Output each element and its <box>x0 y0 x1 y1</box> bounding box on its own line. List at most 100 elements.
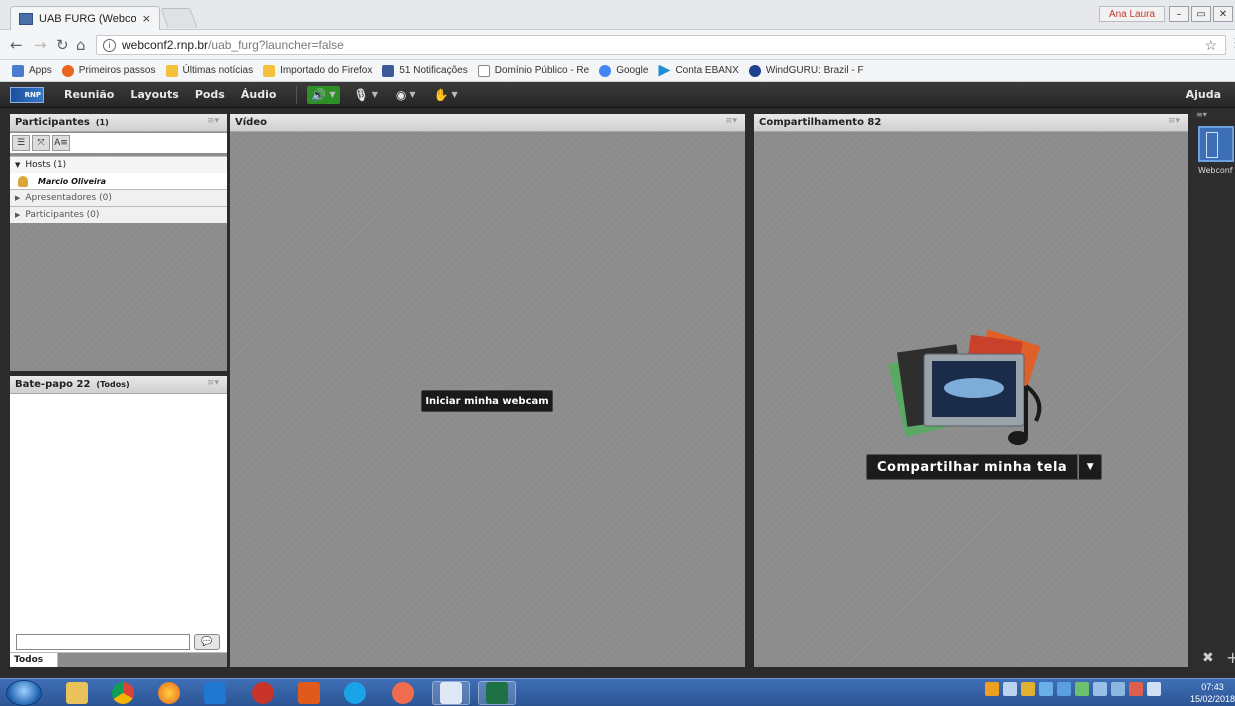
pod-menu-icon[interactable]: ≡▾ <box>207 378 219 388</box>
send-message-icon[interactable]: 💬 <box>194 634 220 650</box>
app-icon <box>252 682 274 704</box>
taskbar-outlook[interactable] <box>196 681 234 705</box>
minimize-icon[interactable]: – <box>1169 6 1189 22</box>
pod-title: Participantes <box>15 117 90 128</box>
bookmark-item[interactable]: 51 Notificações <box>382 64 468 77</box>
tray-icon[interactable] <box>985 682 999 696</box>
pod-menu-icon[interactable]: ≡▾ <box>1168 116 1180 126</box>
back-icon[interactable]: ← <box>10 36 23 54</box>
tray-icon[interactable] <box>1093 682 1107 696</box>
taskbar-explorer[interactable] <box>58 681 96 705</box>
chevron-down-icon[interactable]: ▼ <box>329 90 335 99</box>
taskbar-firefox[interactable] <box>150 681 188 705</box>
maximize-icon[interactable]: ▭ <box>1191 6 1211 22</box>
browser-menu-icon[interactable]: ⋮ <box>1229 36 1235 51</box>
group-participants[interactable]: ▶ Participantes (0) <box>10 206 227 223</box>
webcam-toggle[interactable]: ◉ ▼ <box>392 86 420 104</box>
bookmark-item[interactable]: Google <box>599 64 648 77</box>
profile-button[interactable]: Ana Laura <box>1099 6 1165 22</box>
chat-scope: (Todos) <box>96 380 130 389</box>
chevron-down-icon[interactable]: ▼ <box>372 90 378 99</box>
tab-close-icon[interactable]: × <box>142 12 151 25</box>
taskbar-chrome[interactable] <box>104 681 142 705</box>
group-hosts[interactable]: ▼ Hosts (1) <box>10 156 227 173</box>
forward-icon[interactable]: → <box>34 36 47 54</box>
tab-title: UAB FURG (Webconf) <box>39 12 136 25</box>
share-pod: Compartilhamento 82 ≡▾ PDF Compartilhar … <box>754 114 1188 667</box>
share-screen-button[interactable]: Compartilhar minha tela ▼ <box>866 454 1103 480</box>
share-content-icon: PDF <box>887 329 1042 445</box>
browser-titlebar: UAB FURG (Webconf) × Ana Laura – ▭ ✕ <box>0 0 1235 30</box>
list-view-icon[interactable]: ☰ <box>12 135 30 151</box>
taskbar-skype[interactable] <box>336 681 374 705</box>
tray-icon[interactable] <box>1003 682 1017 696</box>
close-icon[interactable]: ✖ <box>1202 650 1214 666</box>
pod-title: Vídeo <box>235 117 267 128</box>
add-icon[interactable]: + <box>1226 648 1235 667</box>
system-clock[interactable]: 07:43 15/02/2018 <box>1190 681 1235 705</box>
taskbar-acrobat[interactable] <box>290 681 328 705</box>
chevron-down-icon[interactable]: ▼ <box>452 90 458 99</box>
tray-icon[interactable] <box>1057 682 1071 696</box>
bookmark-item[interactable]: Apps <box>12 64 52 77</box>
bookmark-item[interactable]: WindGURU: Brazil - F <box>748 64 864 77</box>
start-webcam-button[interactable]: Iniciar minha webcam <box>421 390 553 412</box>
pod-title: Bate-papo 22 <box>15 379 91 390</box>
chevron-down-icon[interactable]: ▼ <box>1078 454 1103 480</box>
chat-tab-all[interactable]: Todos <box>10 652 58 667</box>
taskbar-word[interactable] <box>432 681 470 705</box>
participants-list: ▼ Hosts (1) Marcio Oliveira ▶ Apresentador… <box>10 156 227 223</box>
help-menu[interactable]: Ajuda <box>1186 88 1221 101</box>
tray-icon[interactable] <box>1039 682 1053 696</box>
chat-input[interactable] <box>16 634 190 650</box>
taskbar-app[interactable] <box>244 681 282 705</box>
layouts-strip: ≡▾ Webconf ✖ + <box>1190 108 1235 678</box>
site-info-icon[interactable]: i <box>103 38 116 52</box>
network-icon[interactable] <box>1129 682 1143 696</box>
strip-menu-icon[interactable]: ≡▾ <box>1196 110 1207 119</box>
speaker-toggle[interactable]: 🔊 ▼ <box>307 85 340 104</box>
taskbar-app[interactable] <box>384 681 422 705</box>
browser-toolbar: ← → ↻ ⌂ i webconf2.rnp.br /uab_furg?laun… <box>0 30 1235 60</box>
participant-row[interactable]: Marcio Oliveira <box>10 173 227 189</box>
browser-tab[interactable]: UAB FURG (Webconf) × <box>10 6 160 30</box>
pod-menu-icon[interactable]: ≡▾ <box>725 116 737 126</box>
chevron-down-icon[interactable]: ▼ <box>409 90 415 99</box>
menu-layouts[interactable]: Layouts <box>130 88 178 101</box>
volume-icon[interactable] <box>1147 682 1161 696</box>
new-tab-button[interactable] <box>160 8 198 28</box>
microphone-toggle[interactable]: 🎙 ▼ <box>350 86 382 104</box>
grid-view-icon[interactable]: ⤧ <box>32 135 50 151</box>
tray-icon[interactable] <box>1021 682 1035 696</box>
layout-thumbnail[interactable] <box>1198 126 1234 162</box>
webconf-favicon-icon <box>19 12 33 25</box>
tray-icon[interactable] <box>1111 682 1125 696</box>
group-presenters[interactable]: ▶ Apresentadores (0) <box>10 189 227 206</box>
tray-icon[interactable] <box>1075 682 1089 696</box>
menu-pods[interactable]: Pods <box>195 88 225 101</box>
taskbar-excel[interactable] <box>478 681 516 705</box>
url-domain: webconf2.rnp.br <box>122 38 209 52</box>
raise-hand-toggle[interactable]: ✋ ▼ <box>430 86 462 104</box>
pod-menu-icon[interactable]: ≡▾ <box>207 116 219 126</box>
bookmark-star-icon[interactable]: ☆ <box>1204 37 1217 54</box>
ebanx-icon <box>658 64 671 77</box>
bookmark-item[interactable]: Conta EBANX <box>658 64 739 77</box>
share-screen-label[interactable]: Compartilhar minha tela <box>866 454 1079 480</box>
home-icon[interactable]: ⌂ <box>76 36 86 54</box>
bookmark-item[interactable]: Importado do Firefox <box>263 64 372 77</box>
bookmark-item[interactable]: Domínio Público - Re <box>477 64 589 77</box>
chat-pod: Bate-papo 22 (Todos) ≡▾ 💬 Todos <box>10 376 227 667</box>
start-button[interactable] <box>6 680 42 706</box>
reload-icon[interactable]: ↻ <box>56 36 69 54</box>
bookmark-item[interactable]: Primeiros passos <box>61 64 156 77</box>
sort-icon[interactable]: A≡ <box>52 135 70 151</box>
close-window-icon[interactable]: ✕ <box>1213 6 1233 22</box>
participants-toolbar: ☰ ⤧ A≡ <box>10 133 227 153</box>
bookmark-item[interactable]: Últimas notícias <box>165 64 253 77</box>
clock-time: 07:43 <box>1201 682 1224 692</box>
menu-audio[interactable]: Áudio <box>241 88 277 101</box>
acrobat-icon <box>298 682 320 704</box>
address-bar[interactable]: i webconf2.rnp.br /uab_furg?launcher=fal… <box>96 35 1226 55</box>
menu-reuniao[interactable]: Reunião <box>64 88 114 101</box>
